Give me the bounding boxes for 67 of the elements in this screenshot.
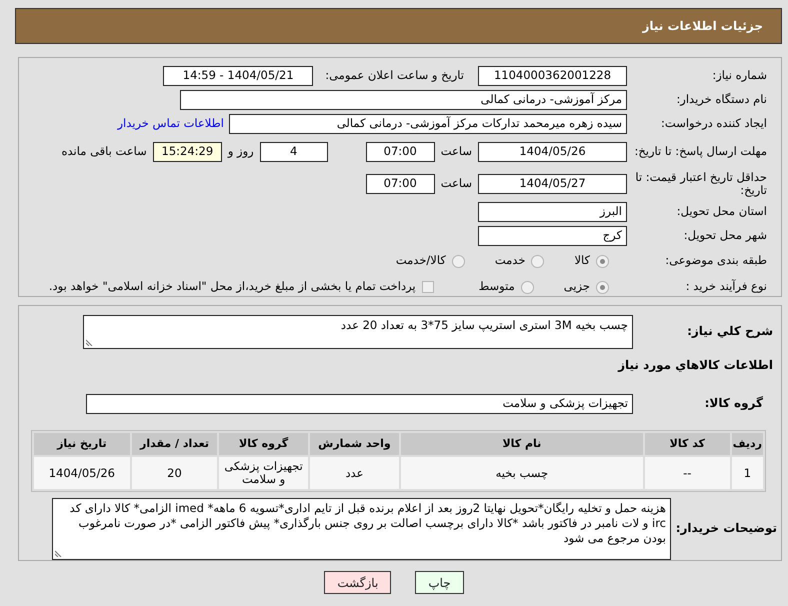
radio-label: متوسط (478, 278, 515, 296)
field-label: مهلت ارسال پاسخ: تا تاریخ: (633, 145, 768, 159)
column-header: ردیف (732, 433, 763, 455)
days-field[interactable]: 4 (260, 142, 328, 162)
table-cell: عدد (310, 457, 399, 489)
input-field[interactable]: 07:00 (366, 142, 435, 162)
section-heading: اطلاعات کالاهاي مورد نياز (616, 357, 774, 374)
radio-button[interactable] (596, 280, 609, 294)
radio-label: کالا (574, 252, 590, 270)
contact-link[interactable]: اطلاعات تماس خریدار (117, 115, 224, 133)
radio-label: جزیی (564, 278, 590, 296)
text-area[interactable] (52, 498, 671, 560)
radio-button[interactable] (596, 254, 609, 268)
table-cell: تجهیزات پزشکی و سلامت (219, 457, 308, 489)
input-field[interactable]: 1404/05/27 (478, 174, 627, 194)
table-cell: 1 (732, 457, 763, 489)
input-field[interactable]: مرکز آموزشی- درمانی کمالی (180, 90, 627, 110)
radio-label: کالا/خدمت (396, 252, 446, 270)
checkbox[interactable] (422, 281, 434, 293)
column-header: گروه کالا (219, 433, 308, 455)
text-area-value: چسب بخیه 3M استری استریپ سایز 75*3 به تعداد 20 عدد (340, 318, 628, 332)
input-field[interactable]: 1404/05/26 (478, 142, 627, 162)
back-button[interactable]: بازگشت (324, 571, 392, 594)
field-label: گروه کالا: (704, 397, 764, 411)
field-label: نوع فرآیند خرید : (684, 280, 768, 294)
input-field[interactable]: 07:00 (366, 174, 435, 194)
column-header: تعداد / مقدار (132, 433, 218, 455)
field-label: نام دستگاه خریدار: (675, 93, 768, 107)
table-cell: 20 (132, 457, 218, 489)
days-label: روز و (226, 143, 255, 160)
input-field[interactable]: 1104000362001228 (478, 66, 627, 86)
remaining-label: ساعت باقی مانده (60, 143, 148, 160)
time-label: ساعت (440, 175, 473, 192)
time-label: ساعت (440, 143, 473, 160)
field-label: ایجاد کننده درخواست: (660, 117, 768, 131)
input-field[interactable]: 1404/05/21 - 14:59 (163, 66, 314, 86)
field-label: تاریخ و ساعت اعلان عمومی: (324, 67, 465, 84)
print-button[interactable]: چاپ (415, 571, 464, 594)
page-header: جزئیات اطلاعات نیاز (15, 8, 782, 44)
text-area[interactable]: چسب بخیه 3M استری استریپ سایز 75*3 به تعداد 20 عدد (83, 315, 633, 349)
field-label: شرح کلي نياز: (686, 325, 774, 339)
remaining-time-field[interactable]: 15:24:29 (152, 142, 222, 162)
radio-button[interactable] (520, 280, 534, 294)
field-label: شماره نیاز: (711, 69, 768, 83)
field-label: حداقل تاریخ اعتبار قیمت: تا تاریخ: (634, 170, 768, 198)
radio-button[interactable] (452, 254, 465, 268)
radio-label: خدمت (494, 252, 526, 270)
column-header: تاریخ نیاز (34, 433, 130, 455)
input-field[interactable]: البرز (478, 202, 627, 222)
table-cell: 1404/05/26 (34, 457, 130, 489)
table-cell: -- (644, 457, 730, 489)
column-header: کد کالا (644, 433, 730, 455)
input-field[interactable]: سیده زهره میرمحمد تدارکات مرکز آموزشی- درمانی کمالی (229, 114, 627, 134)
field-label: توضیحات خریدار: (674, 522, 778, 536)
input-field[interactable]: کرج (478, 226, 627, 246)
field-label: استان محل تحویل: (676, 205, 768, 219)
text-area-value: هزینه حمل و تخلیه رایگان*تحویل نهایتا 2روز بعد از اعلام برنده قبل از تایم اداری*تسویه 6 ماهه* imed الزامی* کالا دارای کد irc و لات نامبر در فاکتور باشد *کالا دارای برچسب اصالت بر روی جنس بارگذاری* پیش فاکتور الزامی *در صورت نامرغوب بودن مرجوع می شود (70, 501, 666, 545)
field-label: شهر محل تحویل: (682, 229, 768, 243)
input-field[interactable]: تجهیزات پزشکی و سلامت (86, 394, 633, 414)
resize-grip-icon[interactable] (55, 549, 63, 557)
checkbox-label: پرداخت تمام یا بخشی از مبلغ خرید،از محل "اسناد خزانه اسلامی" خواهد بود. (48, 278, 416, 296)
table-cell: چسب بخیه (400, 457, 643, 489)
resize-grip-icon[interactable] (86, 338, 94, 346)
field-label: طبقه بندی موضوعی: (664, 254, 768, 268)
column-header: واحد شمارش (310, 433, 399, 455)
column-header: نام کالا (400, 433, 643, 455)
radio-button[interactable] (531, 254, 544, 268)
